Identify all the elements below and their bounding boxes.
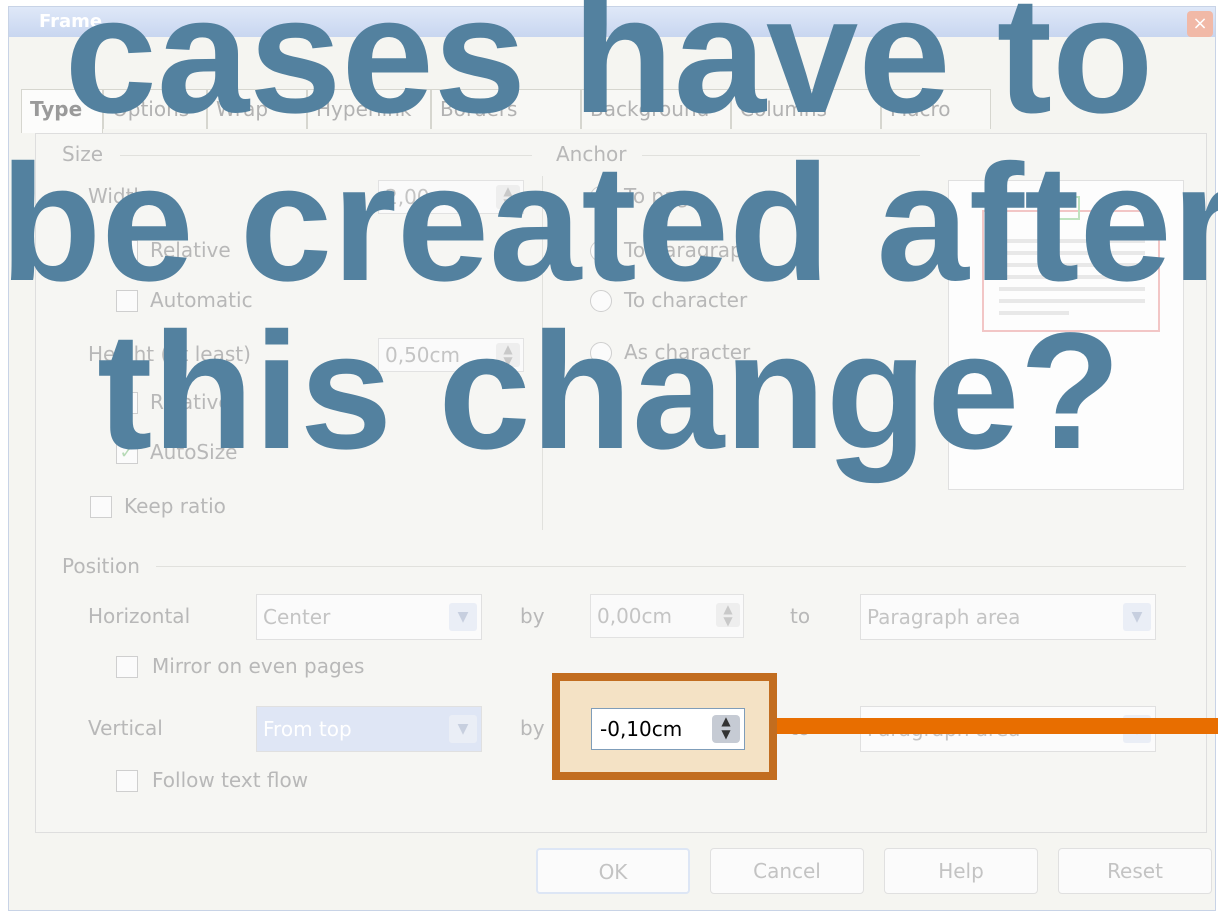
help-button[interactable]: Help xyxy=(884,848,1038,894)
chevron-down-icon[interactable]: ▼ xyxy=(1123,603,1151,631)
overlay-line-3: this change? xyxy=(97,299,1121,484)
chevron-down-icon[interactable]: ▼ xyxy=(449,715,477,743)
keep-ratio-checkbox[interactable] xyxy=(90,496,112,518)
mirror-label: Mirror on even pages xyxy=(152,654,365,678)
follow-text-flow-label: Follow text flow xyxy=(152,768,309,792)
vertical-label: Vertical xyxy=(88,716,163,740)
follow-text-flow-checkbox[interactable] xyxy=(116,770,138,792)
annotation-connector-line xyxy=(777,718,1218,734)
position-group-rule xyxy=(156,566,1186,567)
overlay-line-1: cases have to xyxy=(64,0,1154,148)
horizontal-by-spinfield[interactable]: 0,00cm ▲ ▼ xyxy=(590,594,744,638)
mirror-checkbox[interactable] xyxy=(116,656,138,678)
keep-ratio-label: Keep ratio xyxy=(124,494,226,518)
reset-button[interactable]: Reset xyxy=(1058,848,1212,894)
horizontal-by-label: by xyxy=(520,604,545,628)
vertical-by-label: by xyxy=(520,716,545,740)
horizontal-label: Horizontal xyxy=(88,604,191,628)
horizontal-select[interactable]: Center ▼ xyxy=(256,594,482,640)
horizontal-to-value: Paragraph area xyxy=(867,605,1021,629)
vertical-by-value: -0,10cm xyxy=(600,717,683,741)
horizontal-to-select[interactable]: Paragraph area ▼ xyxy=(860,594,1156,640)
position-group-label: Position xyxy=(62,554,140,578)
overlay-line-2: be created after xyxy=(0,131,1218,316)
horizontal-to-label: to xyxy=(790,604,811,628)
spin-arrows-icon[interactable]: ▲ ▼ xyxy=(716,603,740,627)
highlight-callout-box: -0,10cm ▲ ▼ xyxy=(552,673,777,780)
horizontal-select-value: Center xyxy=(263,605,331,629)
vertical-by-spinfield[interactable]: -0,10cm ▲ ▼ xyxy=(591,708,745,750)
ok-button[interactable]: OK xyxy=(536,848,690,894)
cancel-button[interactable]: Cancel xyxy=(710,848,864,894)
spin-arrows-icon[interactable]: ▲ ▼ xyxy=(712,715,740,743)
vertical-select[interactable]: From top ▼ xyxy=(256,706,482,752)
overlay-question: cases have to be created after this chan… xyxy=(0,0,1218,476)
chevron-down-icon[interactable]: ▼ xyxy=(449,603,477,631)
horizontal-by-value: 0,00cm xyxy=(597,604,673,628)
vertical-select-value: From top xyxy=(263,717,352,741)
